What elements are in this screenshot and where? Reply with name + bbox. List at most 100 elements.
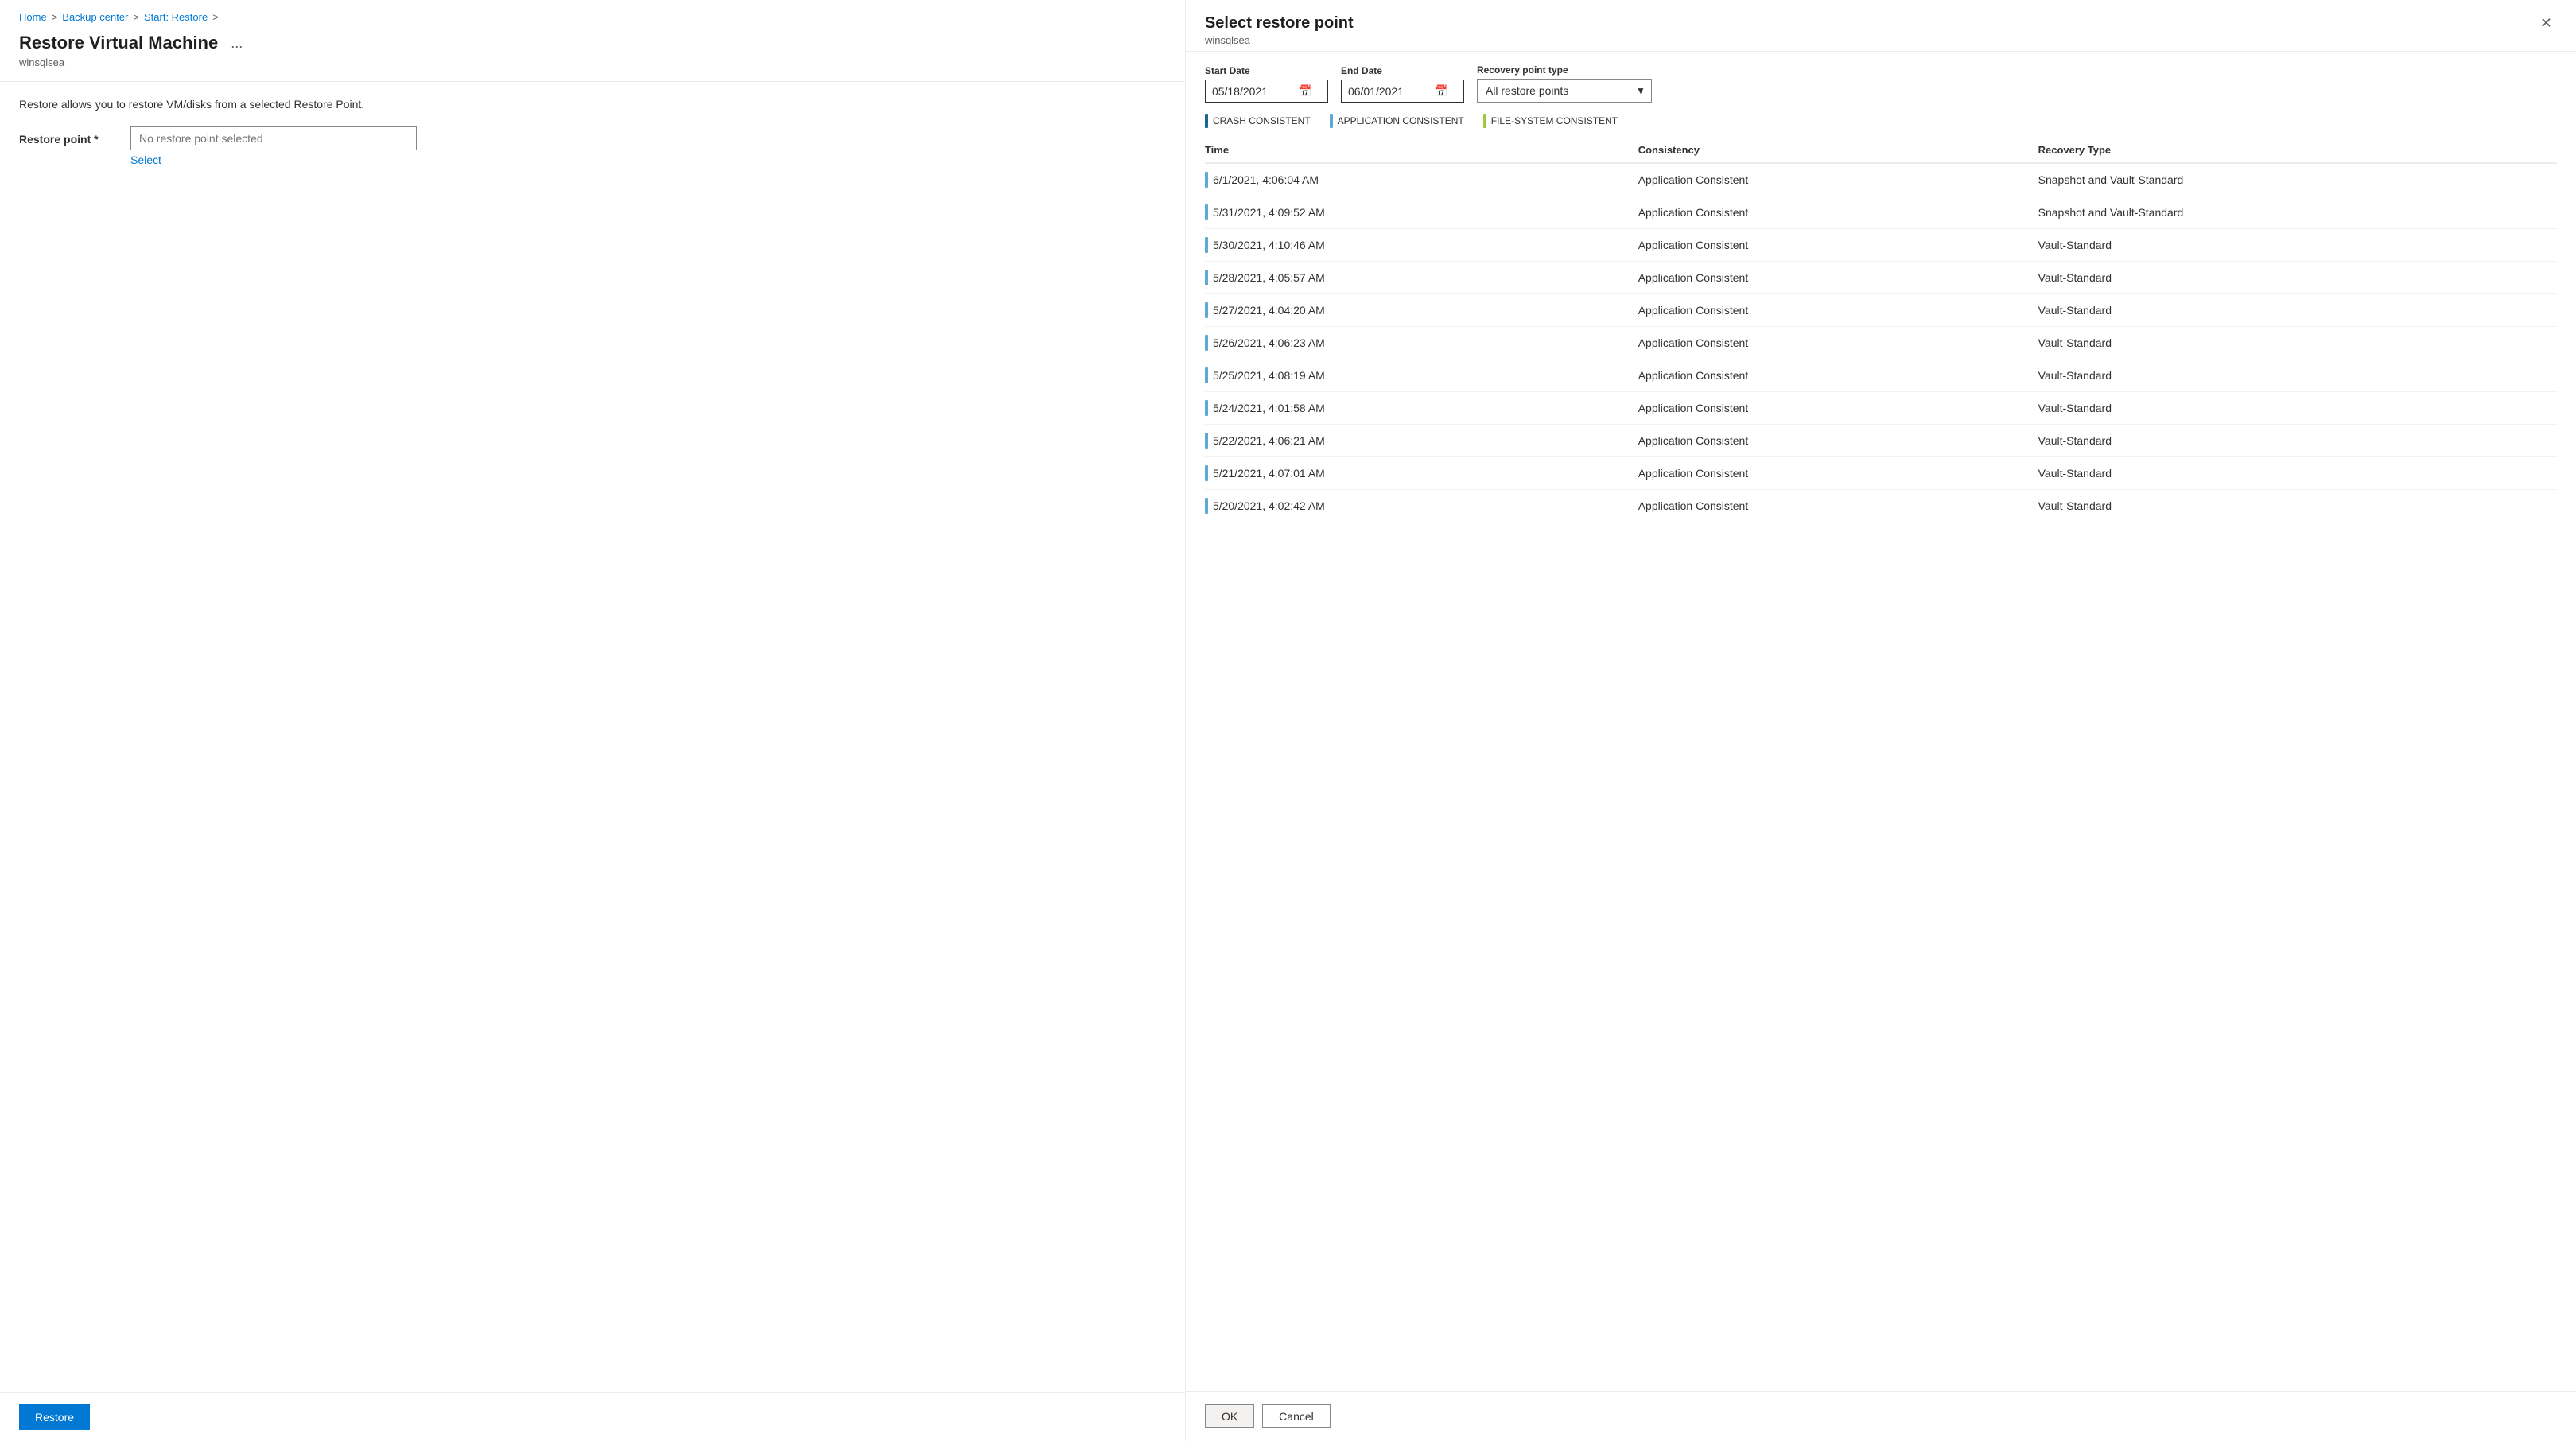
table-row[interactable]: 5/28/2021, 4:05:57 AM Application Consis…	[1205, 262, 2557, 294]
end-date-calendar-icon[interactable]: 📅	[1434, 84, 1447, 98]
legend-label: CRASH CONSISTENT	[1213, 115, 1311, 126]
cell-consistency: Application Consistent	[1638, 425, 2038, 457]
select-link[interactable]: Select	[130, 153, 1166, 166]
start-date-label: Start Date	[1205, 65, 1328, 76]
table-row[interactable]: 5/27/2021, 4:04:20 AM Application Consis…	[1205, 294, 2557, 327]
cancel-button[interactable]: Cancel	[1262, 1404, 1331, 1428]
row-indicator-bar	[1205, 465, 1208, 481]
cell-consistency: Application Consistent	[1638, 359, 2038, 392]
restore-points-table-container[interactable]: Time Consistency Recovery Type 6/1/2021,…	[1186, 138, 2576, 1391]
dialog-filters: Start Date 📅 End Date 📅 Recovery point t…	[1186, 52, 2576, 111]
legend-label: APPLICATION CONSISTENT	[1338, 115, 1464, 126]
dialog-header: Select restore point winsqlsea ✕	[1186, 0, 2576, 52]
restore-point-row: Restore point * Select	[19, 126, 1166, 166]
legend-bar	[1205, 114, 1208, 128]
row-indicator-bar	[1205, 204, 1208, 220]
end-date-input[interactable]	[1348, 85, 1428, 98]
cell-recovery-type: Vault-Standard	[2038, 327, 2557, 359]
time-value: 6/1/2021, 4:06:04 AM	[1213, 173, 1319, 186]
table-row[interactable]: 5/26/2021, 4:06:23 AM Application Consis…	[1205, 327, 2557, 359]
row-indicator-bar	[1205, 400, 1208, 416]
table-row[interactable]: 5/30/2021, 4:10:46 AM Application Consis…	[1205, 229, 2557, 262]
legend-item: FILE-SYSTEM CONSISTENT	[1483, 114, 1618, 128]
start-date-calendar-icon[interactable]: 📅	[1298, 84, 1311, 98]
table-row[interactable]: 5/20/2021, 4:02:42 AM Application Consis…	[1205, 490, 2557, 522]
breadcrumb: Home > Backup center > Start: Restore >	[0, 0, 1185, 29]
cell-consistency: Application Consistent	[1638, 327, 2038, 359]
page-title-row: Restore Virtual Machine ...	[0, 29, 1185, 55]
recovery-type-select[interactable]: All restore points Application Consisten…	[1477, 79, 1652, 103]
end-date-group: End Date 📅	[1341, 65, 1464, 103]
left-panel: Home > Backup center > Start: Restore > …	[0, 0, 1185, 1441]
col-header-time: Time	[1205, 138, 1638, 163]
legend-row: CRASH CONSISTENT APPLICATION CONSISTENT …	[1186, 111, 2576, 138]
cell-recovery-type: Vault-Standard	[2038, 457, 2557, 490]
form-section: Restore allows you to restore VM/disks f…	[0, 82, 1185, 182]
time-value: 5/26/2021, 4:06:23 AM	[1213, 336, 1325, 349]
row-indicator-bar	[1205, 172, 1208, 188]
row-indicator-bar	[1205, 367, 1208, 383]
select-restore-point-dialog: Select restore point winsqlsea ✕ Start D…	[1185, 0, 2576, 1441]
cell-time: 5/27/2021, 4:04:20 AM	[1205, 294, 1638, 327]
table-row[interactable]: 5/31/2021, 4:09:52 AM Application Consis…	[1205, 196, 2557, 229]
col-header-consistency: Consistency	[1638, 138, 2038, 163]
table-row[interactable]: 5/21/2021, 4:07:01 AM Application Consis…	[1205, 457, 2557, 490]
recovery-type-label: Recovery point type	[1477, 64, 1652, 76]
breadcrumb-backup-center[interactable]: Backup center	[62, 11, 128, 23]
restore-points-table: Time Consistency Recovery Type 6/1/2021,…	[1205, 138, 2557, 522]
cell-recovery-type: Vault-Standard	[2038, 229, 2557, 262]
close-button[interactable]: ✕	[2535, 14, 2557, 32]
cell-consistency: Application Consistent	[1638, 490, 2038, 522]
cell-time: 5/26/2021, 4:06:23 AM	[1205, 327, 1638, 359]
table-body: 6/1/2021, 4:06:04 AM Application Consist…	[1205, 163, 2557, 522]
restore-point-label: Restore point *	[19, 126, 115, 146]
cell-time: 5/20/2021, 4:02:42 AM	[1205, 490, 1638, 522]
row-indicator-bar	[1205, 498, 1208, 514]
col-header-recovery-type: Recovery Type	[2038, 138, 2557, 163]
start-date-input[interactable]	[1212, 85, 1292, 98]
restore-point-field: Select	[130, 126, 1166, 166]
cell-recovery-type: Vault-Standard	[2038, 262, 2557, 294]
restore-button[interactable]: Restore	[19, 1404, 90, 1430]
cell-time: 6/1/2021, 4:06:04 AM	[1205, 163, 1638, 196]
time-value: 5/21/2021, 4:07:01 AM	[1213, 467, 1325, 480]
ok-button[interactable]: OK	[1205, 1404, 1254, 1428]
table-header: Time Consistency Recovery Type	[1205, 138, 2557, 163]
row-indicator-bar	[1205, 237, 1208, 253]
row-indicator-bar	[1205, 270, 1208, 285]
breadcrumb-home[interactable]: Home	[19, 11, 47, 23]
ellipsis-button[interactable]: ...	[226, 33, 247, 53]
restore-point-input[interactable]	[130, 126, 417, 150]
table-row[interactable]: 5/25/2021, 4:08:19 AM Application Consis…	[1205, 359, 2557, 392]
cell-time: 5/28/2021, 4:05:57 AM	[1205, 262, 1638, 294]
table-row[interactable]: 5/24/2021, 4:01:58 AM Application Consis…	[1205, 392, 2557, 425]
cell-consistency: Application Consistent	[1638, 457, 2038, 490]
row-indicator-bar	[1205, 302, 1208, 318]
time-value: 5/25/2021, 4:08:19 AM	[1213, 369, 1325, 382]
cell-recovery-type: Vault-Standard	[2038, 490, 2557, 522]
cell-recovery-type: Snapshot and Vault-Standard	[2038, 163, 2557, 196]
end-date-label: End Date	[1341, 65, 1464, 76]
cell-recovery-type: Vault-Standard	[2038, 359, 2557, 392]
bottom-bar: Restore	[0, 1392, 1185, 1441]
recovery-type-wrap: All restore points Application Consisten…	[1477, 79, 1652, 103]
cell-consistency: Application Consistent	[1638, 262, 2038, 294]
table-row[interactable]: 5/22/2021, 4:06:21 AM Application Consis…	[1205, 425, 2557, 457]
table-row[interactable]: 6/1/2021, 4:06:04 AM Application Consist…	[1205, 163, 2557, 196]
start-date-input-wrap[interactable]: 📅	[1205, 80, 1328, 103]
breadcrumb-sep2: >	[133, 11, 139, 23]
cell-time: 5/24/2021, 4:01:58 AM	[1205, 392, 1638, 425]
description-text: Restore allows you to restore VM/disks f…	[19, 98, 1166, 111]
legend-bar	[1483, 114, 1486, 128]
end-date-input-wrap[interactable]: 📅	[1341, 80, 1464, 103]
cell-time: 5/21/2021, 4:07:01 AM	[1205, 457, 1638, 490]
breadcrumb-sep1: >	[52, 11, 58, 23]
time-value: 5/20/2021, 4:02:42 AM	[1213, 499, 1325, 512]
dialog-title: Select restore point	[1205, 14, 1354, 33]
page-title: Restore Virtual Machine	[19, 33, 218, 53]
start-date-group: Start Date 📅	[1205, 65, 1328, 103]
time-value: 5/27/2021, 4:04:20 AM	[1213, 304, 1325, 317]
time-value: 5/31/2021, 4:09:52 AM	[1213, 206, 1325, 219]
breadcrumb-start-restore[interactable]: Start: Restore	[144, 11, 208, 23]
recovery-type-group: Recovery point type All restore points A…	[1477, 64, 1652, 103]
